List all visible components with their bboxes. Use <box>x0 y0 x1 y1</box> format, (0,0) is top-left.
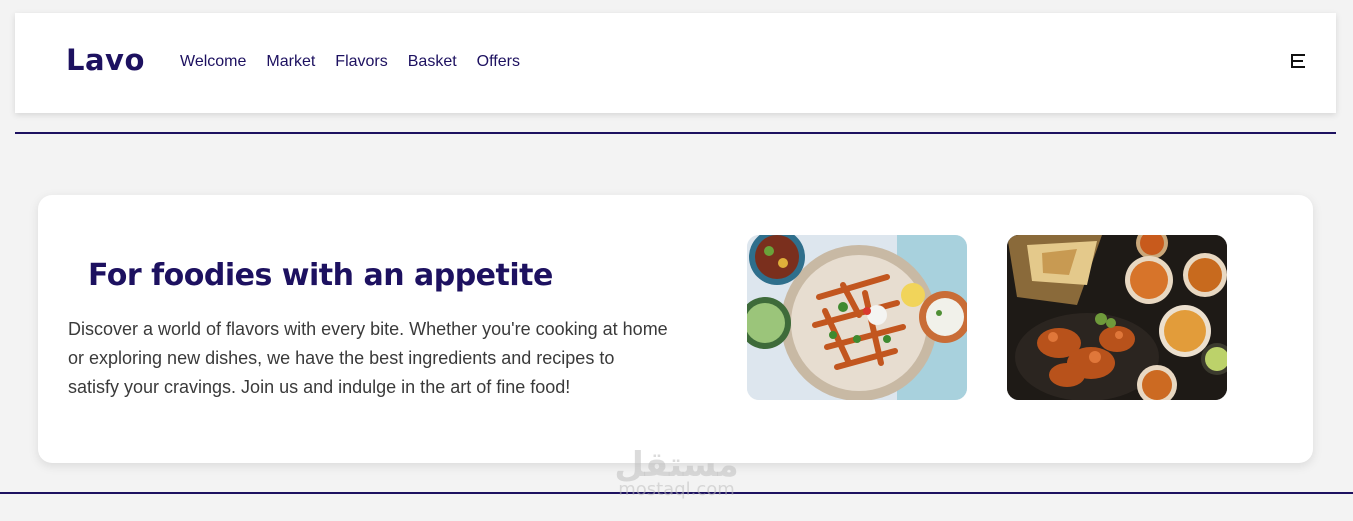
watermark-latin: mostaql.com <box>618 479 735 500</box>
bottom-divider <box>0 492 1353 494</box>
food-image-curry-spread <box>1007 235 1227 400</box>
nav-link-welcome[interactable]: Welcome <box>180 53 246 71</box>
nav-link-market[interactable]: Market <box>266 53 315 71</box>
logo[interactable]: Lavo <box>66 43 145 77</box>
nav-link-flavors[interactable]: Flavors <box>335 53 387 71</box>
menu-lines-icon[interactable] <box>1291 54 1305 68</box>
hero-card: For foodies with an appetite Discover a … <box>38 195 1313 463</box>
hero-title: For foodies with an appetite <box>88 258 553 293</box>
navbar: Lavo Welcome Market Flavors Basket Offer… <box>15 13 1336 113</box>
nav-links: Welcome Market Flavors Basket Offers <box>180 53 540 71</box>
nav-link-basket[interactable]: Basket <box>408 53 457 71</box>
nav-link-offers[interactable]: Offers <box>477 53 520 71</box>
hero-description: Discover a world of flavors with every b… <box>68 319 668 397</box>
food-image-sweet-potato-fries <box>747 235 967 400</box>
top-divider <box>15 132 1336 134</box>
